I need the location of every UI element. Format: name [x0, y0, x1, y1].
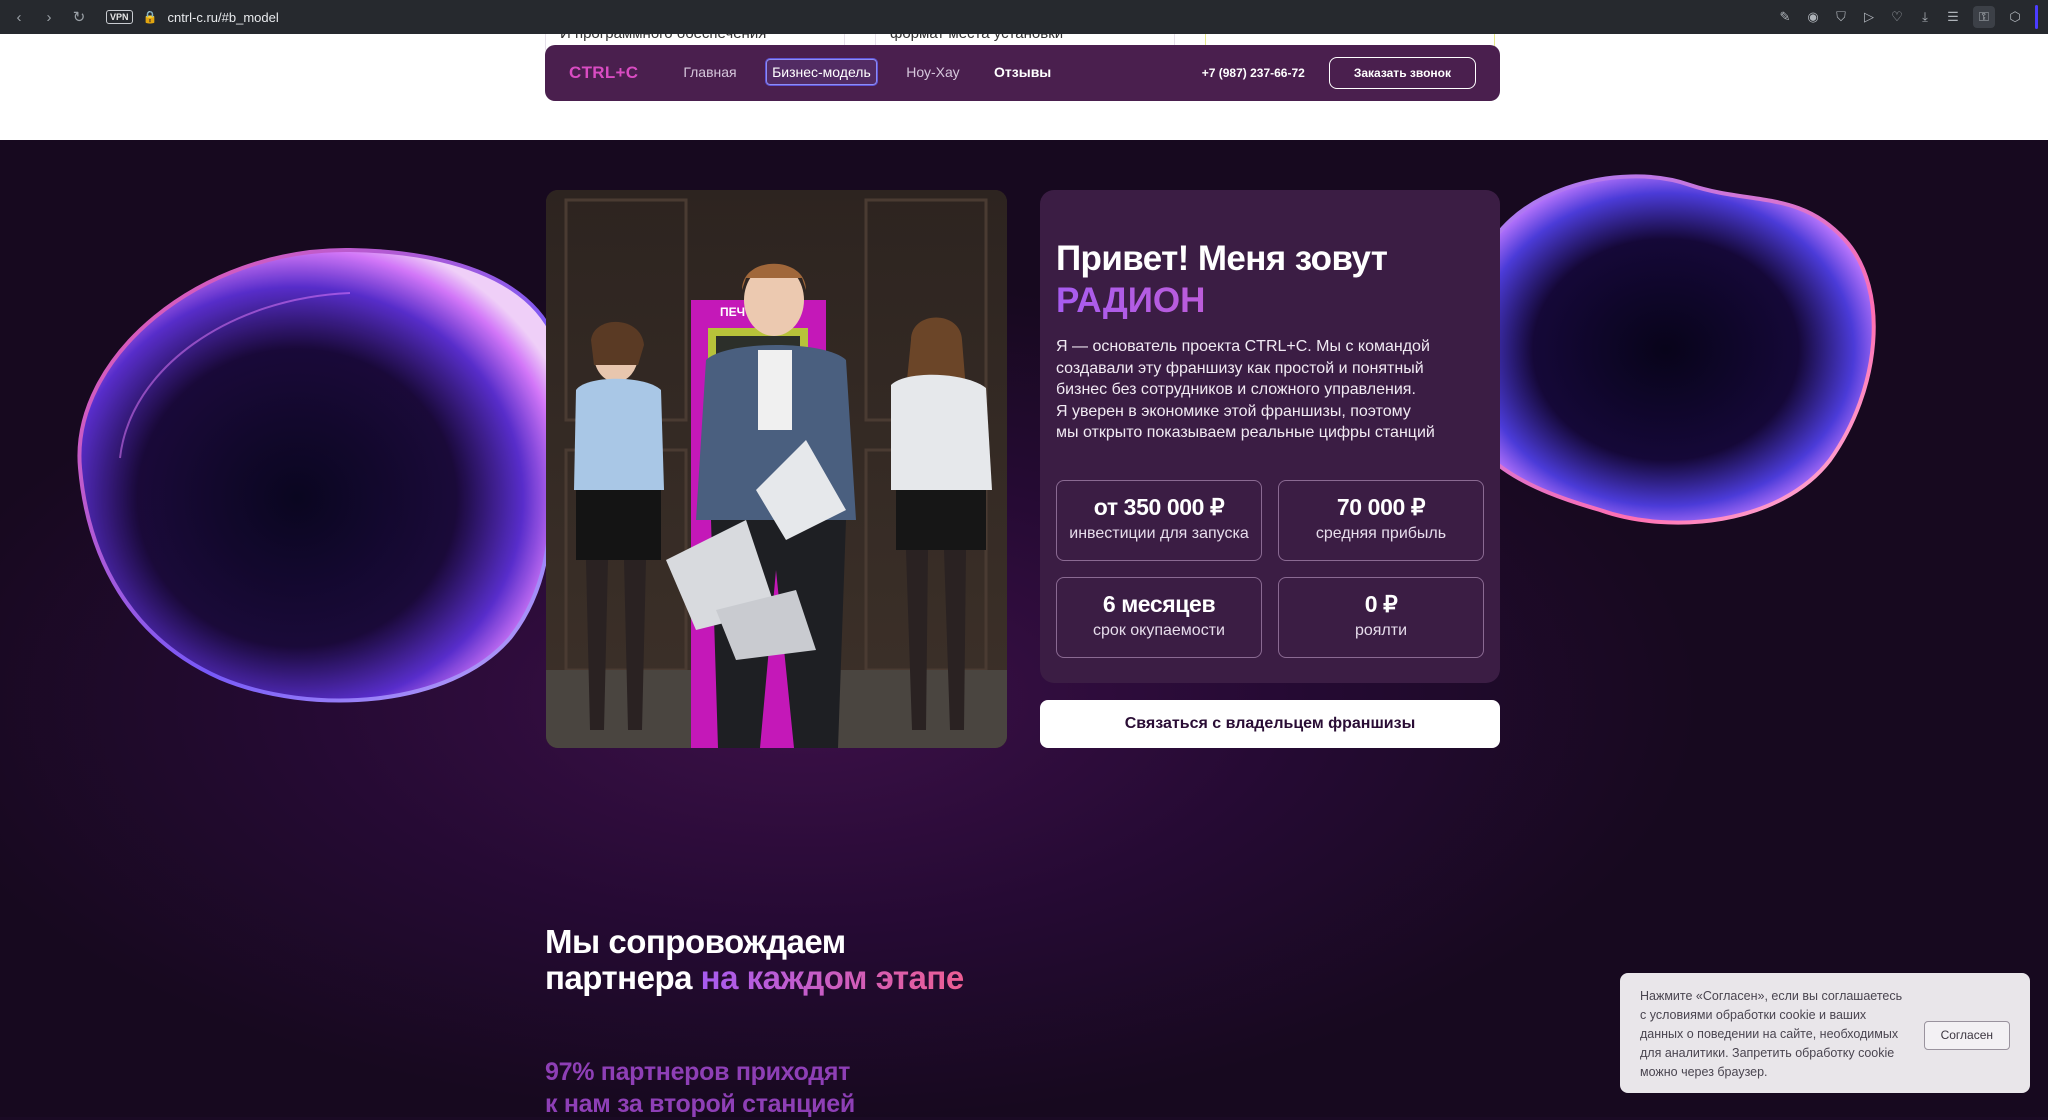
stats-grid: от 350 000 ₽ инвестиции для запуска 70 0… [1056, 479, 1484, 658]
title-line: партнера на каждом этапе [545, 960, 964, 996]
description-line: мы открыто показываем реальные цифры ста… [1056, 424, 1435, 441]
stat-label: срок окупаемости [1093, 621, 1225, 639]
stat-investment: от 350 000 ₽ инвестиции для запуска [1056, 479, 1262, 561]
browser-tools: ✎ ◉ ⛉ ▷ ♡ ⤓ ☰ ⚿ ⬡ [1777, 0, 2038, 34]
profile-lock-icon[interactable]: ⚿ [1973, 6, 1995, 28]
nav-link-reviews[interactable]: Отзывы [989, 60, 1056, 84]
back-icon[interactable]: ‹ [8, 6, 30, 28]
browser-toolbar: ‹ › ↻ VPN 🔒 cntrl-c.ru/#b_model ✎ ◉ ⛉ ▷ … [0, 0, 2048, 34]
camera-icon[interactable]: ◉ [1805, 9, 1821, 25]
kiosk-label: ПЕЧ [720, 305, 745, 319]
order-call-button[interactable]: Заказать звонок [1328, 57, 1476, 89]
description-line: Я уверен в экономике этой франшизы, поэт… [1056, 402, 1411, 420]
founder-name: РАДИОН [1056, 280, 1484, 322]
cookie-text: Нажмите «Согласен», если вы соглашаетесь… [1640, 989, 1903, 1079]
edit-icon[interactable]: ✎ [1777, 9, 1793, 25]
stat-label: инвестиции для запуска [1069, 524, 1249, 542]
reload-icon[interactable]: ↻ [68, 6, 90, 28]
decorative-blob-left [77, 247, 565, 703]
forward-icon[interactable]: › [38, 6, 60, 28]
stat-value: 0 ₽ [1364, 590, 1398, 617]
title-highlight: на каждом этапе [700, 959, 965, 996]
lock-icon[interactable]: 🔒 [143, 10, 158, 24]
address-bar[interactable]: cntrl-c.ru/#b_model [167, 10, 278, 25]
percent-line: 97% партнеров приходят [545, 1058, 851, 1086]
play-icon[interactable]: ▷ [1861, 9, 1877, 25]
stat-label: роялти [1354, 621, 1408, 639]
menu-icon[interactable]: ☰ [1945, 9, 1961, 25]
stat-profit: 70 000 ₽ средняя прибыль [1278, 479, 1484, 561]
description-line: создавали эту франшизу как простой и пон… [1056, 359, 1424, 377]
founder-description: Я — основатель проекта CTRL+C. Мы с кома… [1056, 336, 1484, 444]
shield-icon[interactable]: ⛉ [1833, 9, 1849, 25]
extensions-icon[interactable]: ⬡ [2007, 9, 2023, 25]
percent-line: к нам за второй станцией [545, 1090, 855, 1118]
site-logo[interactable]: CTRL+C [569, 63, 638, 83]
nav-link-home[interactable]: Главная [678, 60, 741, 84]
site-header: CTRL+C Главная Бизнес-модель Ноу-Хау Отз… [545, 45, 1500, 101]
decorative-blob-right [1455, 174, 1876, 525]
main-nav: Главная Бизнес-модель Ноу-Хау Отзывы [678, 59, 1076, 85]
founder-info-card: Привет! Меня зовут РАДИОН Я — основатель… [1040, 190, 1500, 683]
cookie-banner: Нажмите «Согласен», если вы соглашаетесь… [1620, 973, 2030, 1093]
stat-value: 70 000 ₽ [1336, 493, 1426, 520]
partners-percent-text: 97% партнеров приходят к нам за второй с… [545, 1056, 855, 1120]
nav-link-business-model[interactable]: Бизнес-модель [766, 59, 877, 85]
description-line: Я — основатель проекта CTRL+C. Мы с кома… [1056, 338, 1430, 355]
title-line: Мы сопровождаем [545, 923, 846, 960]
founder-photo: ПЕЧ [546, 190, 1007, 748]
description-line: бизнес без сотрудников и сложного управл… [1056, 381, 1416, 398]
stat-value: 6 месяцев [1102, 590, 1216, 617]
cookie-agree-button[interactable]: Согласен [1923, 1021, 2010, 1050]
title-plain: партнера [545, 959, 701, 996]
founder-greeting: Привет! Меня зовут [1056, 239, 1388, 278]
sidebar-accent [2035, 5, 2038, 29]
support-section-title: Мы сопровождаем партнера на каждом этапе [545, 924, 964, 996]
stat-royalty: 0 ₽ роялти [1278, 576, 1484, 658]
phone-link[interactable]: +7 (987) 237-66-72 [1202, 66, 1305, 80]
heart-icon[interactable]: ♡ [1889, 9, 1905, 25]
vpn-badge[interactable]: VPN [106, 10, 133, 24]
stat-payback: 6 месяцев срок окупаемости [1056, 576, 1262, 658]
stat-value: от 350 000 ₽ [1093, 493, 1225, 520]
stat-label: средняя прибыль [1315, 524, 1447, 542]
download-icon[interactable]: ⤓ [1917, 9, 1933, 25]
contact-owner-button[interactable]: Связаться с владельцем франшизы [1040, 700, 1500, 748]
nav-link-know-how[interactable]: Ноу-Хау [901, 60, 964, 84]
